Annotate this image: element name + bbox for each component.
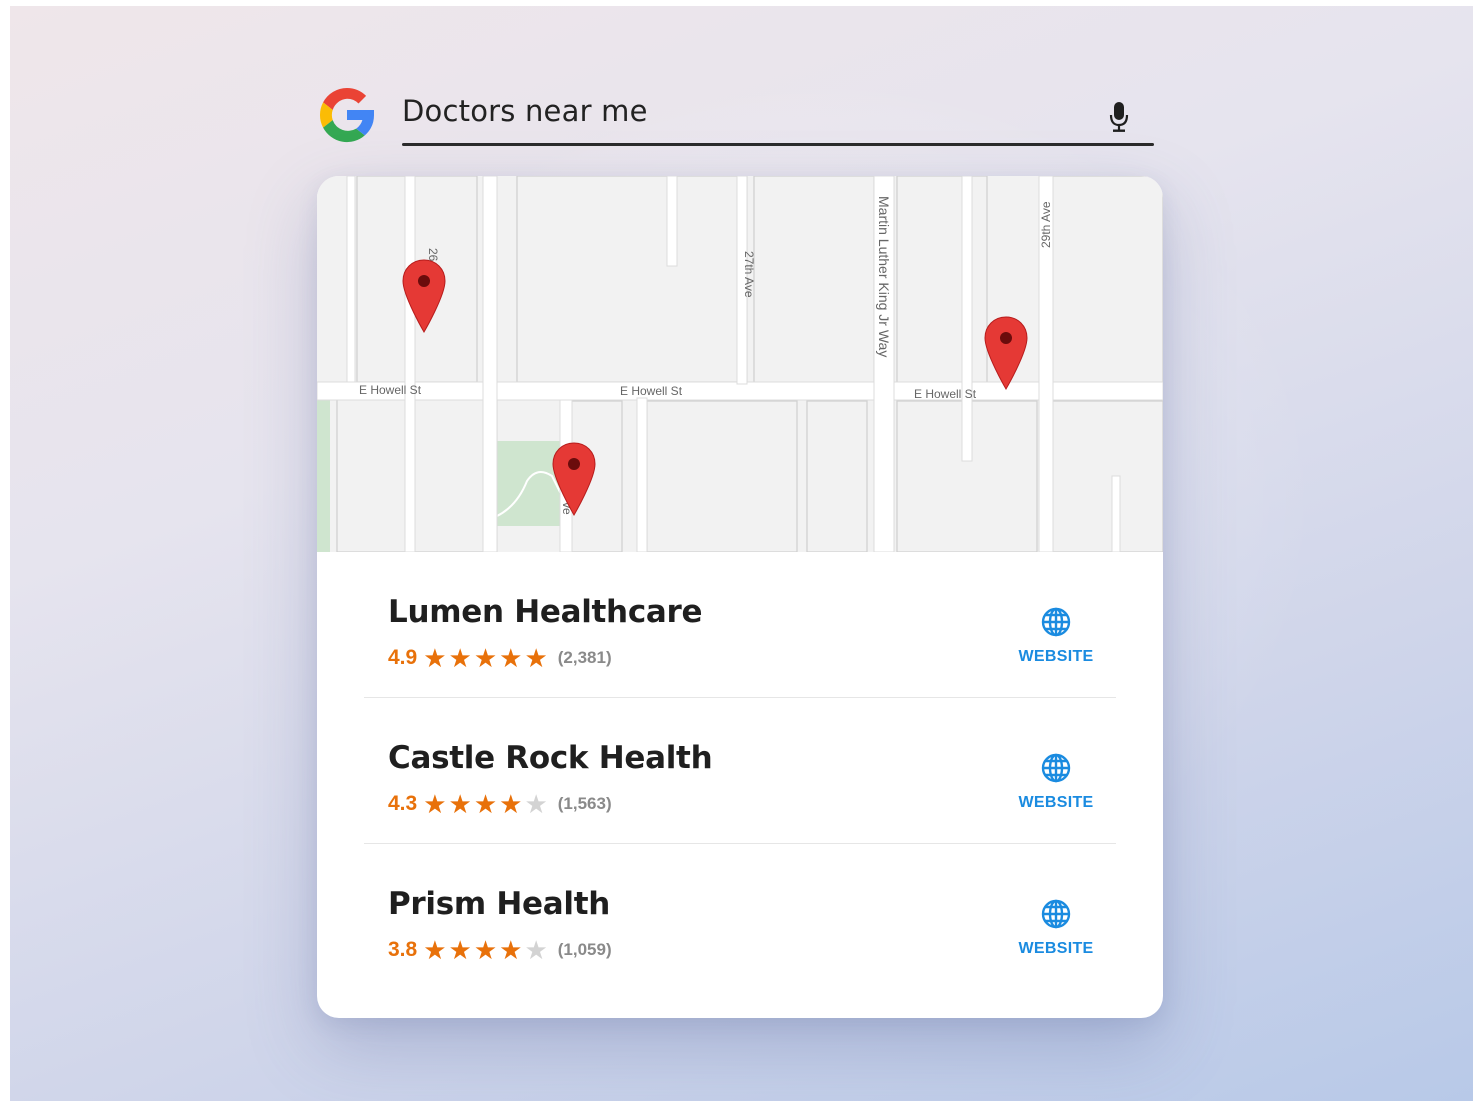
star-icon: ★: [473, 789, 498, 819]
star-icon: ★: [448, 789, 472, 819]
star-rating: ★ ★ ★ ★ ★: [423, 937, 550, 963]
rating-score: 4.3: [388, 792, 418, 815]
star-empty-icon: ★: [524, 789, 548, 819]
list-item[interactable]: Castle Rock Health 4.3 ★ ★ ★ ★ ★ (1,563): [364, 698, 1116, 844]
search-bar[interactable]: Doctors near me: [316, 84, 1156, 150]
star-icon: ★: [423, 935, 447, 965]
website-button[interactable]: WEBSITE: [1006, 606, 1106, 670]
google-g-icon: [319, 87, 375, 143]
website-label: WEBSITE: [1018, 648, 1094, 665]
globe-icon: [1041, 607, 1071, 637]
star-icon: ★: [473, 643, 498, 673]
park-area: [495, 441, 565, 526]
review-count: (1,563): [557, 794, 612, 813]
microphone-icon[interactable]: [1108, 100, 1130, 134]
street-label: 29th Ave: [1039, 201, 1053, 248]
review-count: (1,059): [557, 940, 612, 959]
star-icon: ★: [423, 643, 447, 673]
star-icon: ★: [499, 789, 523, 819]
website-button[interactable]: WEBSITE: [1006, 752, 1106, 816]
list-item[interactable]: Lumen Healthcare 4.9 ★ ★ ★ ★ ★ (2,381) W…: [364, 552, 1116, 698]
star-icon: ★: [499, 643, 523, 673]
street-label: E Howell St: [359, 383, 422, 397]
website-button[interactable]: WEBSITE: [1006, 898, 1106, 962]
website-label: WEBSITE: [1018, 940, 1094, 957]
map-view[interactable]: E Howell St E Howell St E Howell St 27th…: [317, 176, 1163, 552]
rating-score: 3.8: [388, 938, 418, 961]
search-input[interactable]: Doctors near me: [402, 94, 648, 128]
result-name[interactable]: Prism Health: [388, 886, 610, 922]
search-underline: [402, 143, 1154, 146]
street-label: 27th Ave: [742, 251, 756, 298]
park-area: [317, 398, 330, 552]
rating-row: 4.3 ★ ★ ★ ★ ★ (1,563): [388, 790, 612, 818]
star-rating: ★ ★ ★ ★ ★: [423, 645, 550, 671]
star-icon: ★: [423, 789, 447, 819]
street-label: 26: [426, 248, 440, 262]
globe-icon: [1041, 899, 1071, 929]
street-label: E Howell St: [914, 387, 977, 401]
rating-score: 4.9: [388, 646, 418, 669]
results-card: E Howell St E Howell St E Howell St 27th…: [317, 176, 1163, 1018]
star-empty-icon: ★: [524, 935, 548, 965]
star-icon: ★: [448, 935, 472, 965]
street-label: Martin Luther King Jr Way: [876, 196, 892, 357]
star-rating: ★ ★ ★ ★ ★: [423, 791, 550, 817]
rating-row: 3.8 ★ ★ ★ ★ ★ (1,059): [388, 936, 612, 964]
website-label: WEBSITE: [1018, 794, 1094, 811]
globe-icon: [1041, 753, 1071, 783]
star-icon: ★: [524, 643, 548, 673]
street-label: E Howell St: [620, 384, 683, 398]
result-name[interactable]: Lumen Healthcare: [388, 594, 703, 630]
star-icon: ★: [499, 935, 523, 965]
result-name[interactable]: Castle Rock Health: [388, 740, 713, 776]
list-item[interactable]: Prism Health 3.8 ★ ★ ★ ★ ★ (1,059) WEBSI…: [364, 844, 1116, 990]
rating-row: 4.9 ★ ★ ★ ★ ★ (2,381): [388, 644, 612, 672]
star-icon: ★: [473, 935, 498, 965]
star-icon: ★: [448, 643, 472, 673]
review-count: (2,381): [557, 648, 612, 667]
